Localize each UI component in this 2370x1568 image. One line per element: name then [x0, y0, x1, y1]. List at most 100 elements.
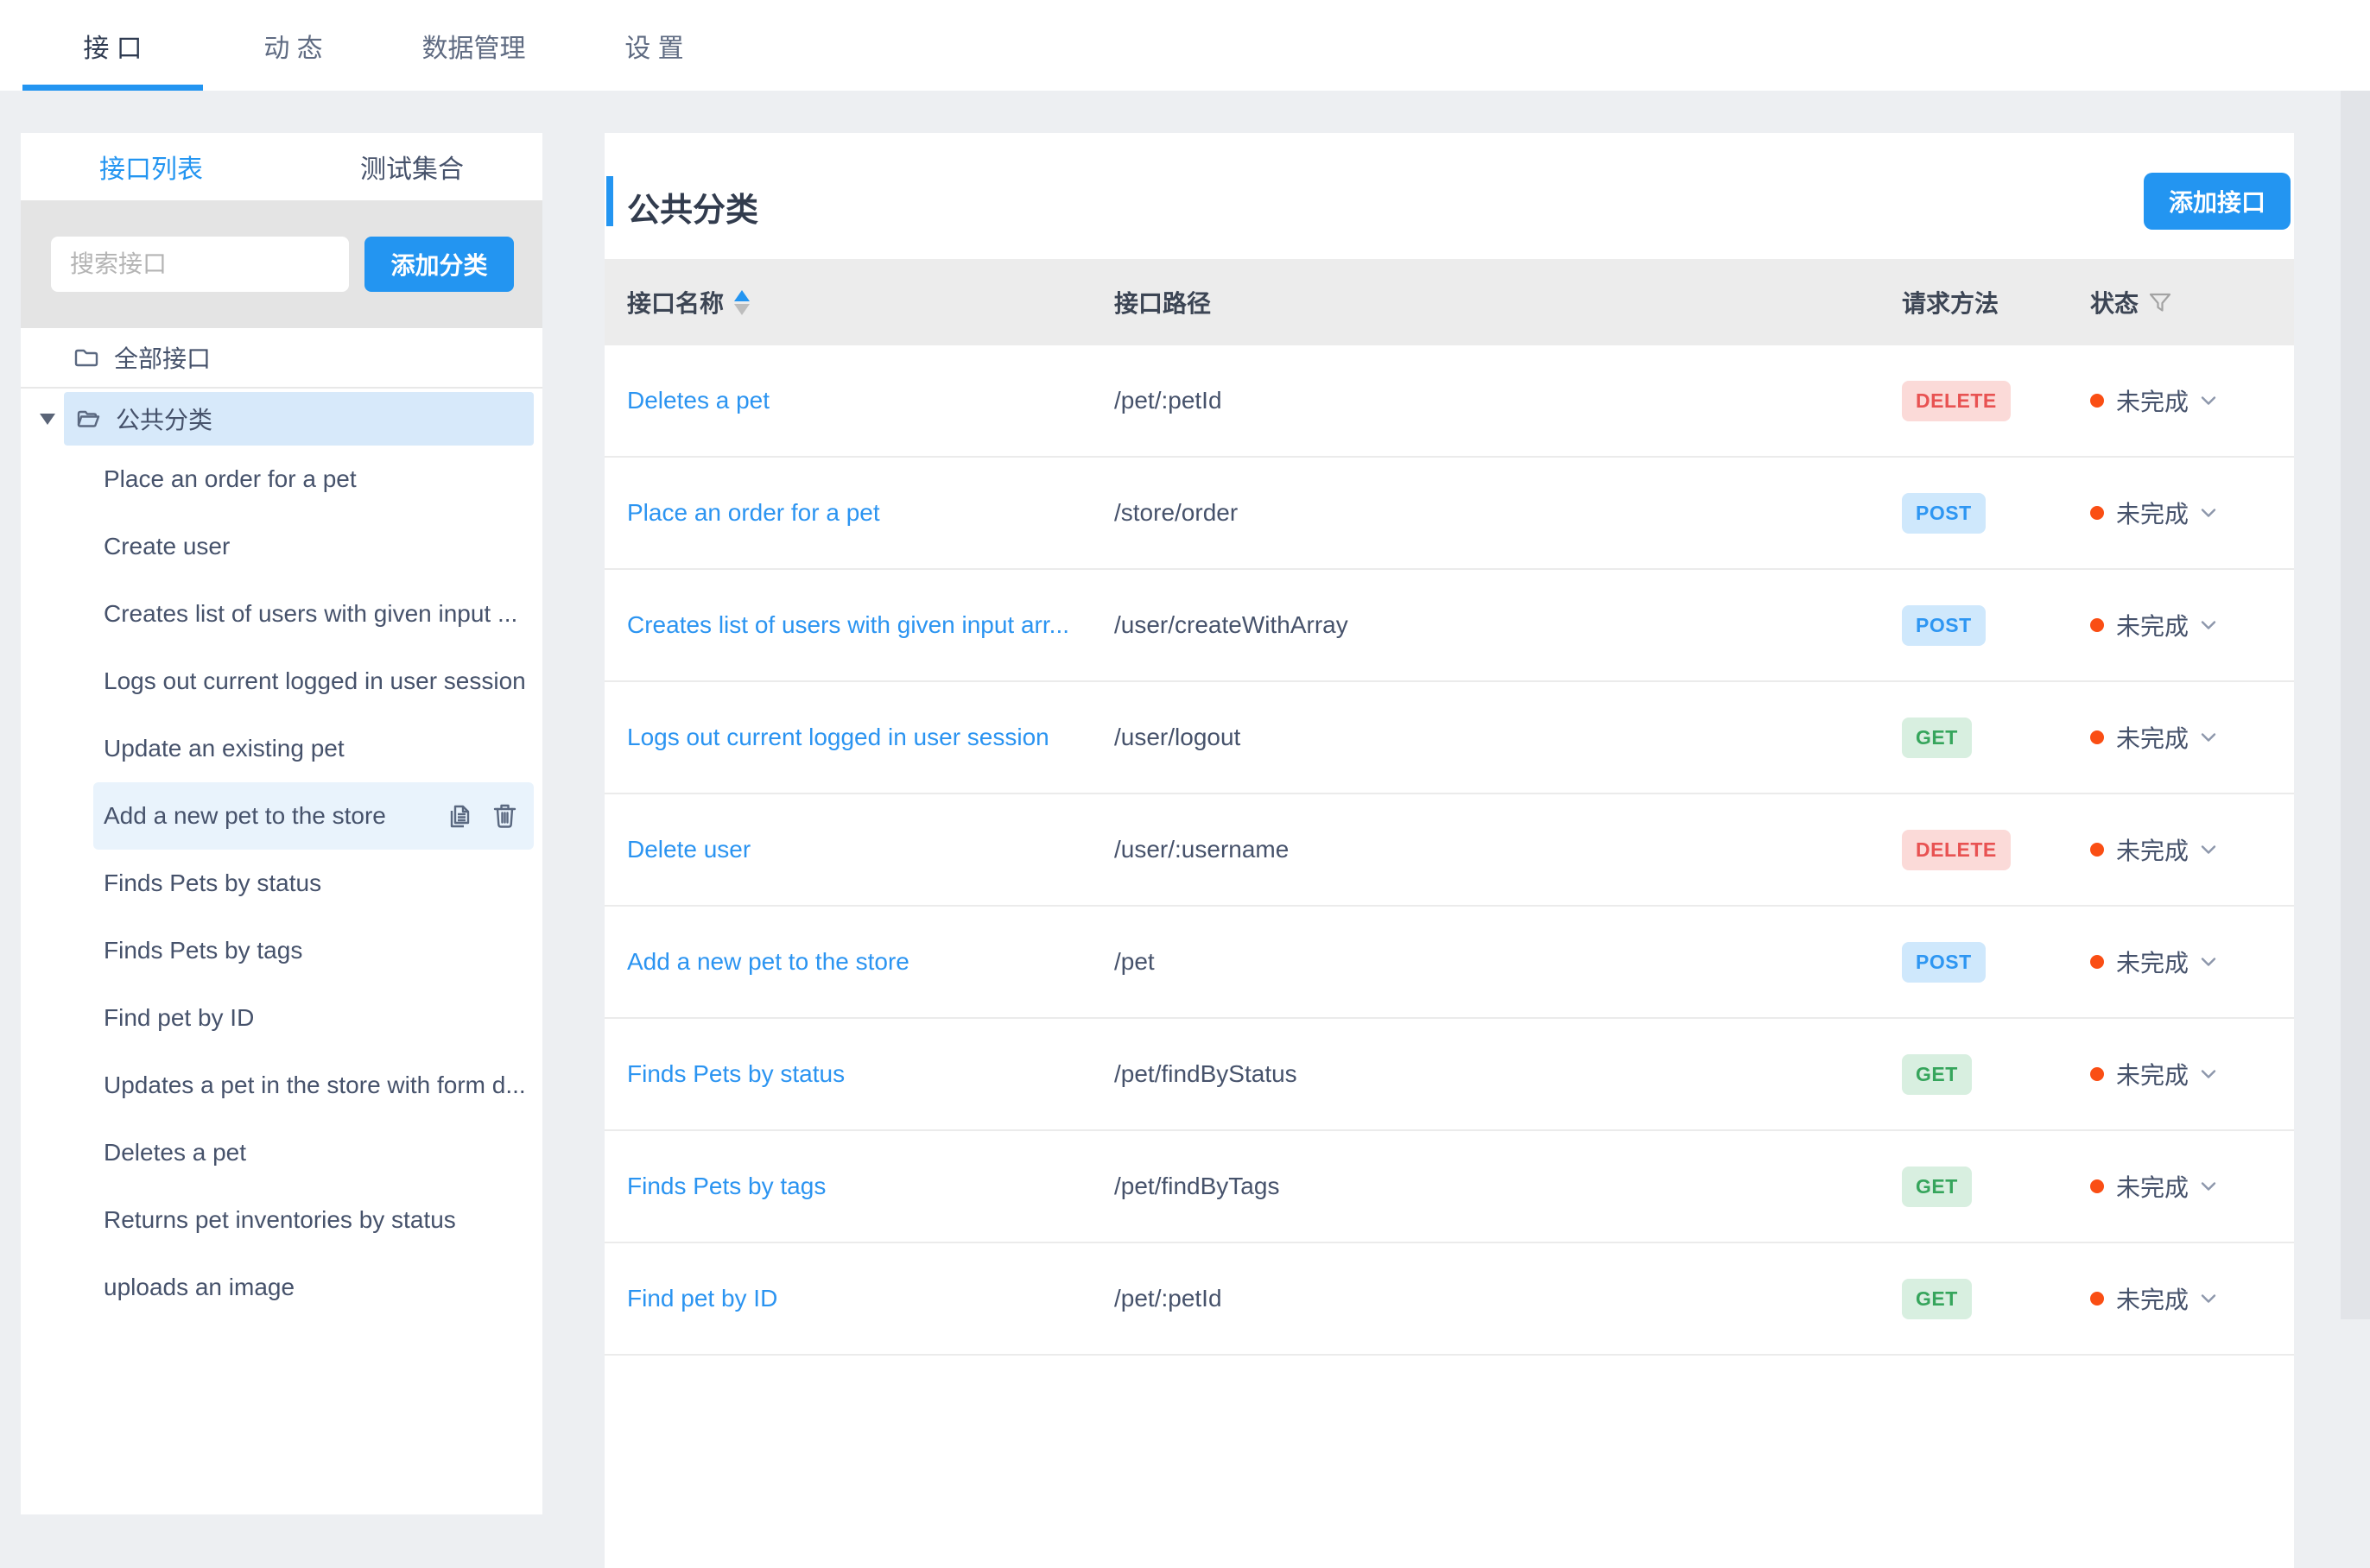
- sort-asc-icon[interactable]: [734, 290, 750, 301]
- interface-path: /user/logout: [1114, 724, 1902, 751]
- interface-path: /store/order: [1114, 499, 1902, 527]
- interface-path: /user/createWithArray: [1114, 611, 1902, 639]
- interface-name-link[interactable]: Find pet by ID: [627, 1285, 1114, 1312]
- chevron-down-icon: [2201, 1181, 2216, 1192]
- caret-down-icon[interactable]: [40, 414, 55, 425]
- method-cell: DELETE: [1902, 381, 2090, 421]
- sidebar-tab-label: 测试集合: [360, 148, 464, 186]
- add-category-button[interactable]: 添加分类: [364, 237, 514, 292]
- tree-interface-item[interactable]: Find pet by ID: [21, 984, 534, 1052]
- chevron-down-icon: [2201, 395, 2216, 406]
- search-input[interactable]: [51, 237, 349, 292]
- interface-tree: 全部接口 公共分类 Place an order for a pet: [21, 328, 542, 1321]
- chevron-down-icon: [2201, 844, 2216, 855]
- status-dot-icon: [2090, 618, 2104, 632]
- tree-interface-item[interactable]: Update an existing pet: [21, 715, 534, 782]
- tree-interface-item[interactable]: Finds Pets by status: [21, 850, 534, 917]
- open-folder-icon: [76, 408, 100, 429]
- tree-interface-item[interactable]: Deletes a pet: [21, 1119, 534, 1186]
- interface-name-link[interactable]: Place an order for a pet: [627, 499, 1114, 527]
- category-panel: 公共分类 添加接口 接口名称 接口路径 请求方法 状态: [605, 133, 2294, 1568]
- status-label: 未完成: [2116, 1281, 2189, 1316]
- top-nav-tab[interactable]: 动 态: [203, 0, 383, 91]
- method-badge: DELETE: [1902, 381, 2011, 421]
- tree-item-actions: [448, 803, 534, 829]
- sidebar-search-bar: 添加分类: [21, 200, 542, 328]
- sidebar-tab[interactable]: 测试集合: [282, 133, 542, 200]
- interface-path: /pet/findByStatus: [1114, 1060, 1902, 1088]
- status-dot-icon: [2090, 1292, 2104, 1306]
- interface-name-link[interactable]: Finds Pets by status: [627, 1060, 1114, 1088]
- tree-interface-item[interactable]: Updates a pet in the store with form d..…: [21, 1052, 534, 1119]
- chevron-down-icon: [2201, 1069, 2216, 1079]
- top-nav-tab-label: 数据管理: [422, 27, 526, 65]
- top-nav-tab[interactable]: 数据管理: [383, 0, 564, 91]
- status-dropdown[interactable]: 未完成: [2090, 496, 2272, 530]
- method-badge: GET: [1902, 1279, 1972, 1319]
- status-dropdown[interactable]: 未完成: [2090, 1169, 2272, 1204]
- filter-icon[interactable]: [2149, 292, 2171, 313]
- interface-name-link[interactable]: Deletes a pet: [627, 387, 1114, 414]
- delete-interface-icon[interactable]: [493, 803, 516, 829]
- tree-interface-item[interactable]: Returns pet inventories by status: [21, 1186, 534, 1254]
- status-label: 未完成: [2116, 720, 2189, 755]
- interface-path: /pet/:petId: [1114, 387, 1902, 414]
- interface-name-link[interactable]: Delete user: [627, 836, 1114, 863]
- folder-icon: [74, 347, 98, 368]
- add-interface-button[interactable]: 添加接口: [2144, 173, 2291, 230]
- status-label: 未完成: [2116, 945, 2189, 979]
- tree-interface-item[interactable]: uploads an image: [21, 1254, 534, 1321]
- interface-name-link[interactable]: Logs out current logged in user session: [627, 724, 1114, 751]
- tree-interface-item[interactable]: Create user: [21, 513, 534, 580]
- tree-node-all-interfaces[interactable]: 全部接口: [21, 328, 542, 389]
- method-badge: POST: [1902, 942, 1986, 983]
- status-dropdown[interactable]: 未完成: [2090, 1281, 2272, 1316]
- column-header-status: 状态: [2090, 285, 2272, 319]
- tree-interface-item[interactable]: Finds Pets by tags: [21, 917, 534, 984]
- method-badge: GET: [1902, 718, 1972, 758]
- sidebar: 接口列表 测试集合 添加分类 全部接口: [21, 133, 542, 1514]
- tree-interface-item[interactable]: Creates list of users with given input .…: [21, 580, 534, 648]
- tree-interface-item-label: uploads an image: [104, 1274, 295, 1301]
- status-dropdown[interactable]: 未完成: [2090, 945, 2272, 979]
- method-cell: POST: [1902, 605, 2090, 646]
- sort-icon[interactable]: [734, 290, 750, 315]
- method-badge: GET: [1902, 1054, 1972, 1095]
- status-dropdown[interactable]: 未完成: [2090, 383, 2272, 418]
- tree-interface-item[interactable]: Logs out current logged in user session: [21, 648, 534, 715]
- chevron-down-icon: [2201, 957, 2216, 967]
- interface-name-link[interactable]: Add a new pet to the store: [627, 948, 1114, 976]
- table-row: Finds Pets by tags /pet/findByTags GET 未…: [605, 1131, 2294, 1243]
- tree-interface-item-label: Updates a pet in the store with form d..…: [104, 1072, 526, 1099]
- status-dropdown[interactable]: 未完成: [2090, 608, 2272, 642]
- status-dropdown[interactable]: 未完成: [2090, 1057, 2272, 1091]
- table-row: Place an order for a pet /store/order PO…: [605, 458, 2294, 570]
- method-badge: GET: [1902, 1167, 1972, 1207]
- interface-name-link[interactable]: Creates list of users with given input a…: [627, 611, 1114, 639]
- column-header-name[interactable]: 接口名称: [627, 285, 1114, 319]
- sort-desc-icon[interactable]: [734, 304, 750, 315]
- tree-interface-item[interactable]: Add a new pet to the store: [93, 782, 534, 850]
- status-label: 未完成: [2116, 1169, 2189, 1204]
- interface-name-link[interactable]: Finds Pets by tags: [627, 1173, 1114, 1200]
- status-dropdown[interactable]: 未完成: [2090, 832, 2272, 867]
- interface-path: /pet: [1114, 948, 1902, 976]
- chevron-down-icon: [2201, 508, 2216, 518]
- page-scrollbar[interactable]: [2341, 91, 2370, 1319]
- method-cell: GET: [1902, 718, 2090, 758]
- tree-interface-item-label: Create user: [104, 533, 230, 560]
- status-dropdown[interactable]: 未完成: [2090, 720, 2272, 755]
- copy-interface-icon[interactable]: [448, 803, 471, 829]
- status-dot-icon: [2090, 1067, 2104, 1081]
- tree-node-label: 全部接口: [114, 340, 211, 375]
- top-nav-tab[interactable]: 接 口: [22, 0, 203, 91]
- category-panel-header: 公共分类 添加接口: [605, 133, 2294, 259]
- tree-node-public-category[interactable]: 公共分类: [64, 392, 534, 446]
- tree-interface-item[interactable]: Place an order for a pet: [21, 446, 534, 513]
- interface-path: /pet/findByTags: [1114, 1173, 1902, 1200]
- status-label: 未完成: [2116, 608, 2189, 642]
- sidebar-tab[interactable]: 接口列表: [21, 133, 282, 200]
- top-nav-tab[interactable]: 设 置: [564, 0, 745, 91]
- status-dot-icon: [2090, 506, 2104, 520]
- status-label: 未完成: [2116, 832, 2189, 867]
